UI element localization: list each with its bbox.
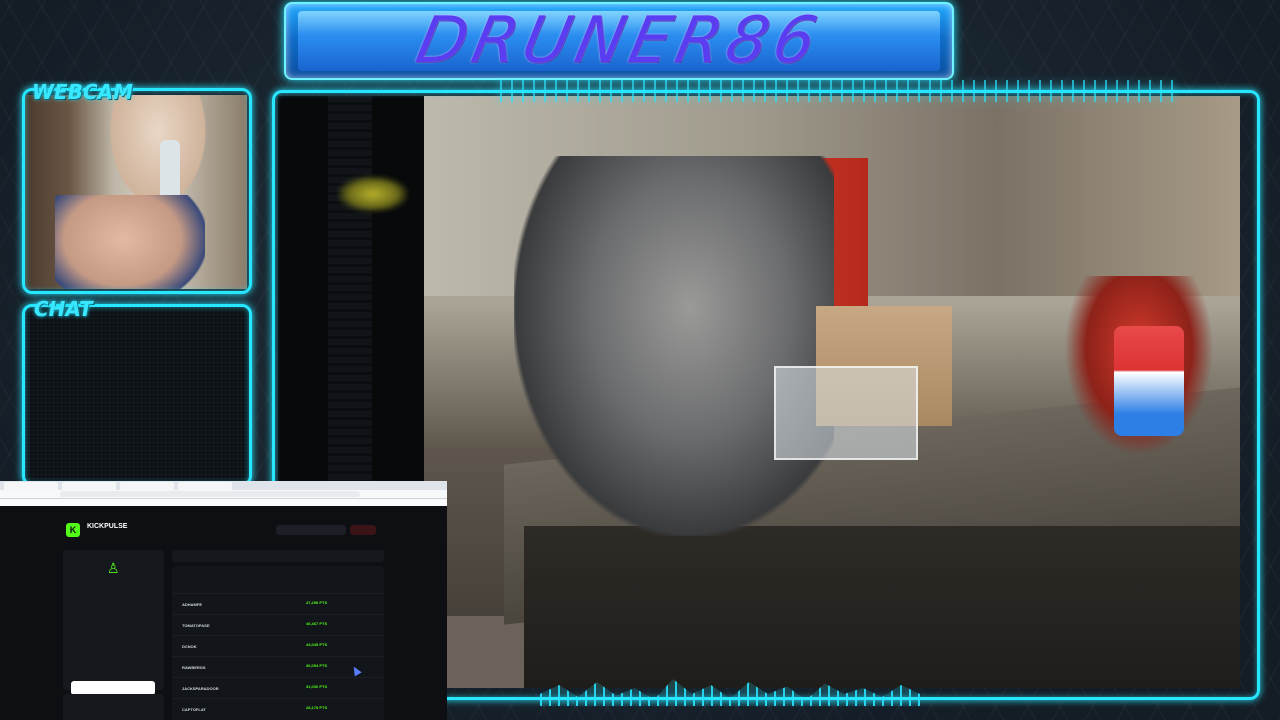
row-points: 46,467 PTS xyxy=(306,621,328,626)
row-username: CAPTOFLAT xyxy=(182,707,206,712)
top-audio-waveform xyxy=(500,80,1180,102)
row-username: DCNOK xyxy=(182,644,197,649)
browser-tab[interactable] xyxy=(120,482,174,490)
row-points: 47,298 PTS xyxy=(306,600,328,605)
browser-capture: K KICKPULSE ♙ ADHAMFE 47,298 PTS TOMATOP… xyxy=(0,481,447,720)
webcam-frame xyxy=(22,88,252,294)
leaderboard-row[interactable]: JACKSPARADOOR 31,030 PTS xyxy=(172,677,384,699)
webcam-label: WEBCAM xyxy=(32,80,134,104)
row-username: TOMATOPASE xyxy=(182,623,210,628)
row-points: 44,045 PTS xyxy=(306,642,328,647)
leaderboard-search[interactable] xyxy=(172,550,384,562)
leaderboard-row[interactable]: CAPTOFLAT 28,178 PTS xyxy=(172,698,384,720)
trophy-icon: ♙ xyxy=(107,560,120,576)
kickpulse-logo-icon: K xyxy=(66,523,80,537)
leaderboard-row[interactable]: ADHAMFE 47,298 PTS xyxy=(172,593,384,615)
chat-label: CHAT xyxy=(34,297,93,321)
leaderboard-row[interactable]: TOMATOPASE 46,467 PTS xyxy=(172,614,384,636)
stop-button[interactable] xyxy=(350,525,376,535)
kickpulse-title: KICKPULSE xyxy=(87,523,128,530)
pick-winner-button[interactable] xyxy=(71,681,155,695)
browser-tab[interactable] xyxy=(4,482,58,490)
row-points: 30,054 PTS xyxy=(306,663,328,668)
leaderboard-row[interactable]: DCNOK 44,045 PTS xyxy=(172,635,384,657)
address-bar[interactable] xyxy=(60,491,360,497)
chat-frame xyxy=(22,304,252,486)
browser-toolbar xyxy=(0,490,447,499)
kickpulse-app: K KICKPULSE ♙ ADHAMFE 47,298 PTS TOMATOP… xyxy=(0,506,447,720)
secondary-card xyxy=(63,694,164,720)
row-username: RAWBERGS xyxy=(182,665,206,670)
browser-tab[interactable] xyxy=(62,482,116,490)
row-username: ADHAMFE xyxy=(182,602,202,607)
streamer-title: DRUNER86 xyxy=(409,4,829,78)
browser-tab-bar xyxy=(0,481,447,490)
browser-tab[interactable] xyxy=(178,482,232,490)
leaderboard-table: ADHAMFE 47,298 PTS TOMATOPASE 46,467 PTS… xyxy=(172,566,384,720)
row-points: 31,030 PTS xyxy=(306,684,328,689)
row-username: JACKSPARADOOR xyxy=(182,686,219,691)
title-banner: DRUNER86 xyxy=(284,2,954,80)
row-points: 28,178 PTS xyxy=(306,705,328,710)
giveaway-card: ♙ xyxy=(63,550,164,695)
title-inner: DRUNER86 xyxy=(298,4,940,78)
username-field[interactable] xyxy=(276,525,346,535)
